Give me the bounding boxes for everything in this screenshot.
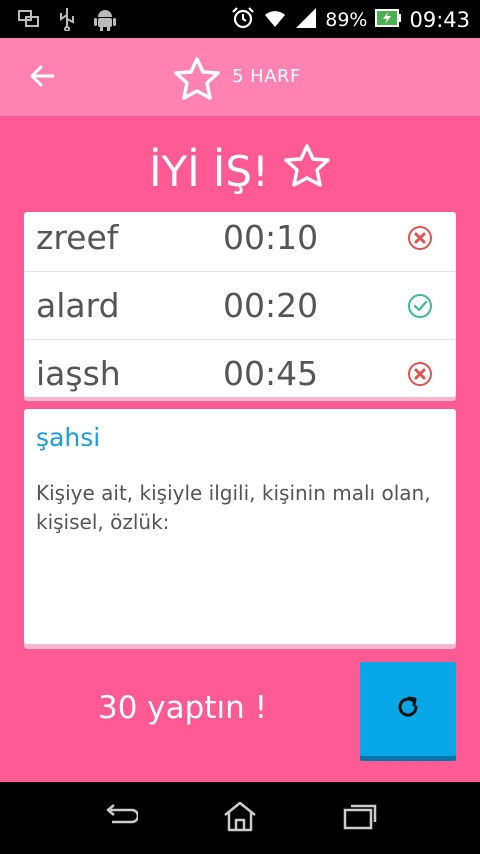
nav-bar	[0, 782, 480, 854]
list-item[interactable]: iaşsh 00:45	[24, 340, 456, 397]
result-time: 00:10	[223, 218, 319, 257]
arrow-back-icon	[29, 64, 55, 92]
screen-icon	[18, 9, 40, 33]
app-bar: 5 HARF	[0, 38, 480, 116]
result-word: iaşsh	[36, 354, 121, 393]
wrong-icon	[406, 360, 434, 388]
battery-percent: 89%	[325, 9, 368, 31]
definition-text: Kişiye ait, kişiyle ilgili, kişinin malı…	[36, 481, 431, 534]
refresh-button[interactable]	[360, 662, 456, 756]
back-icon	[102, 802, 140, 834]
star-outline-icon	[283, 143, 331, 199]
result-time: 00:45	[223, 354, 319, 393]
definition-card: şahsi Kişiye ait, kişiyle ilgili, kişini…	[24, 409, 456, 644]
result-word: alard	[36, 286, 120, 325]
home-icon	[222, 800, 258, 836]
android-icon	[94, 7, 116, 35]
alarm-icon	[231, 6, 255, 34]
usb-icon	[58, 7, 76, 35]
results-list[interactable]: zreef 00:10 alard 00:20 iaşsh 00:45	[24, 212, 456, 397]
list-item[interactable]: alard 00:20	[24, 272, 456, 340]
recents-icon	[342, 801, 378, 835]
wifi-icon	[263, 7, 287, 33]
nav-back-button[interactable]	[100, 800, 140, 836]
status-bar: 89% 09:43	[0, 0, 480, 38]
result-time: 00:20	[223, 286, 319, 325]
signal-icon	[295, 7, 317, 33]
wrong-icon	[406, 224, 434, 252]
nav-home-button[interactable]	[220, 800, 260, 836]
page-title: 5 HARF	[232, 66, 301, 87]
result-word: zreef	[36, 218, 119, 257]
refresh-icon	[394, 693, 422, 725]
back-button[interactable]	[22, 58, 62, 98]
list-item[interactable]: zreef 00:10	[24, 212, 456, 272]
clock: 09:43	[409, 8, 470, 32]
definition-word: şahsi	[36, 423, 101, 452]
star-outline-icon	[173, 56, 221, 106]
result-heading: İYİ İŞ!	[0, 143, 480, 199]
battery-icon	[375, 8, 402, 32]
check-icon	[406, 292, 434, 320]
heading-text: İYİ İŞ!	[149, 146, 269, 196]
score-text: 30 yaptın !	[98, 690, 268, 726]
nav-recents-button[interactable]	[340, 800, 380, 836]
